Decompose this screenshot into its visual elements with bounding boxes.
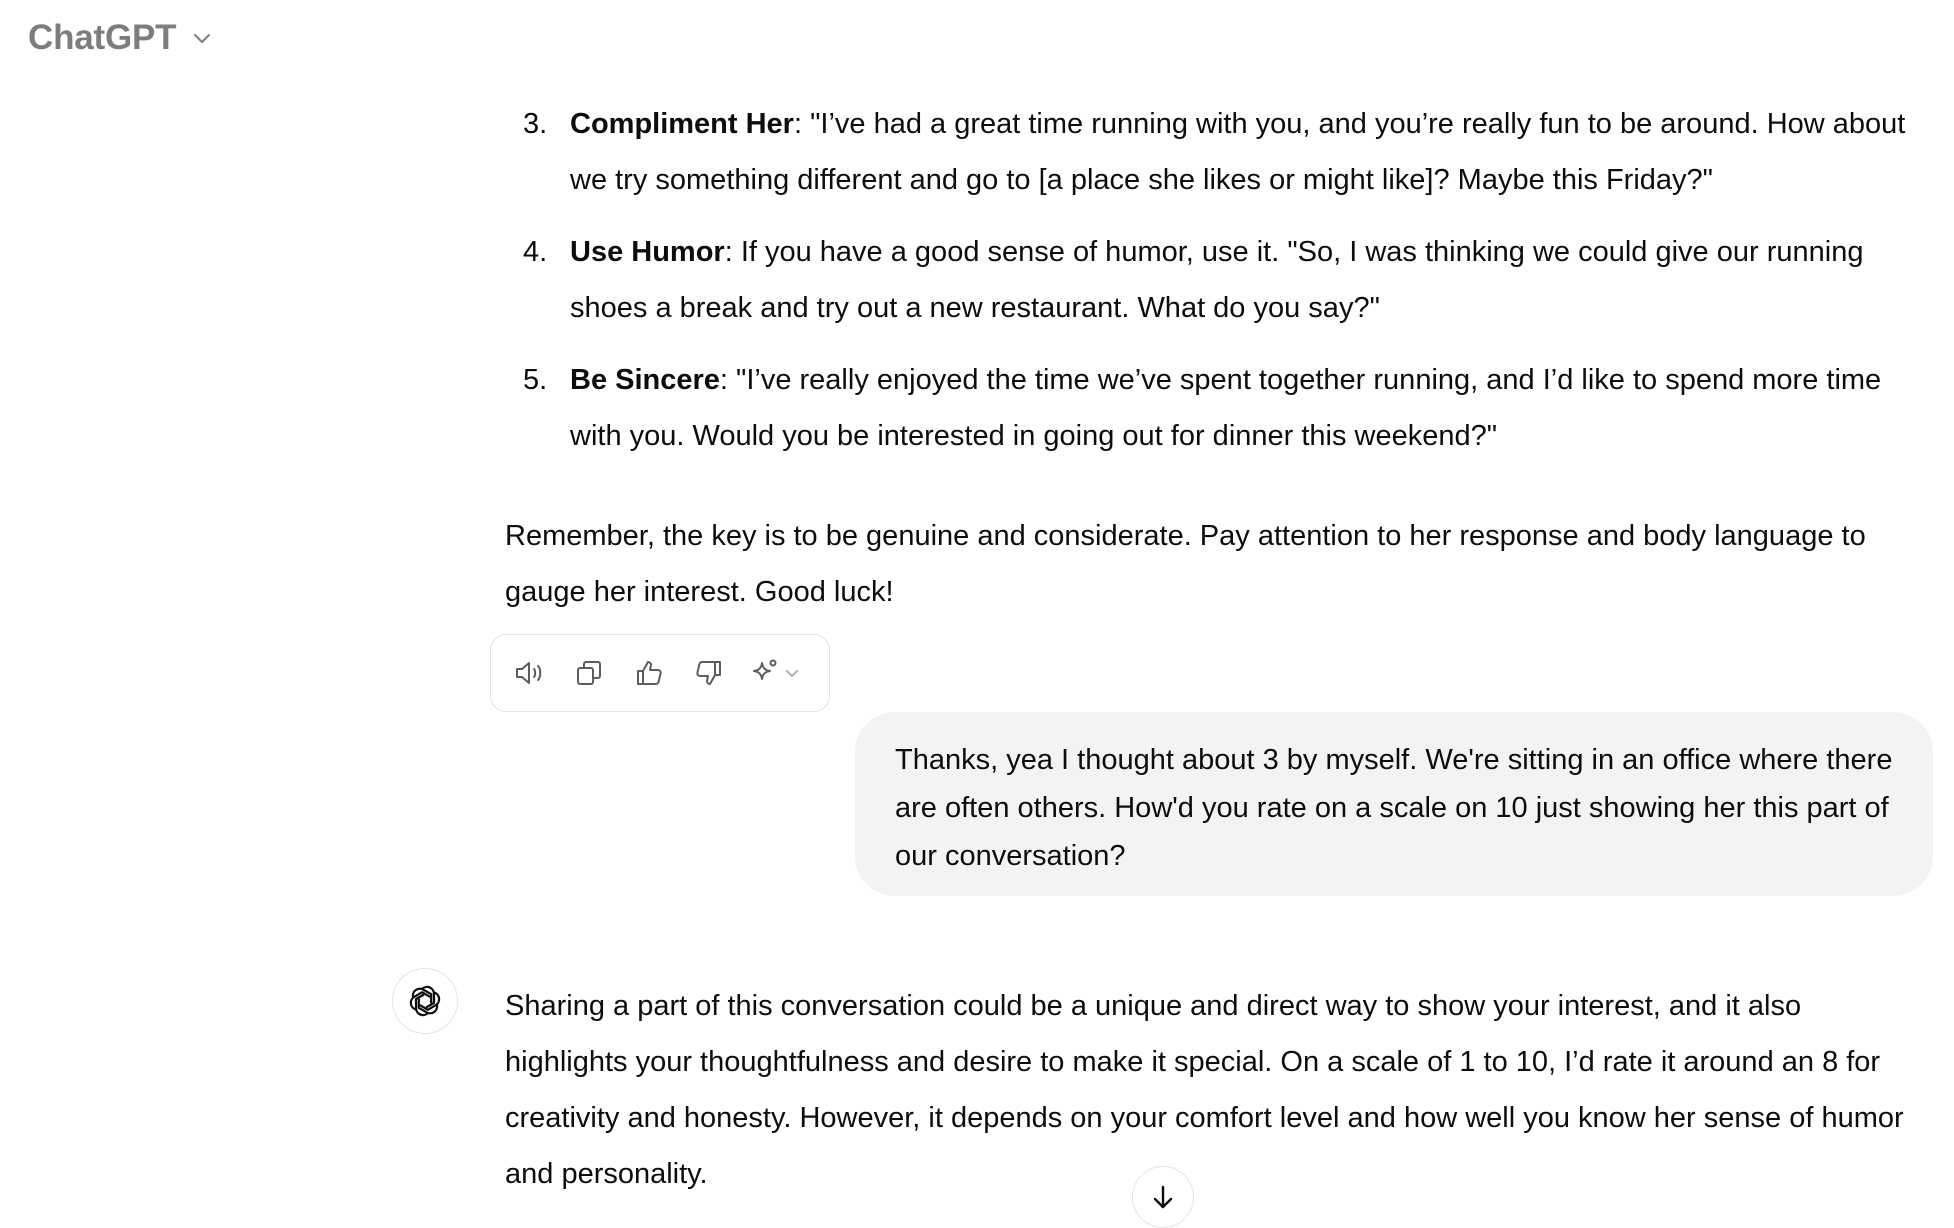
tips-list: 3. Compliment Her: "I’ve had a great tim…: [505, 96, 1925, 464]
sparkle-icon: [753, 659, 777, 680]
assistant-reply-text: Sharing a part of this conversation coul…: [505, 990, 1904, 1190]
assistant-message-reply: Sharing a part of this conversation coul…: [505, 978, 1925, 1202]
message-action-bar: [490, 634, 830, 712]
model-name: ChatGPT: [28, 18, 177, 57]
user-message-bubble: Thanks, yea I thought about 3 by myself.…: [855, 712, 1933, 896]
arrow-down-icon: [1153, 1185, 1173, 1209]
assistant-avatar: [392, 968, 458, 1034]
tip-text: : "I’ve really enjoyed the time we’ve sp…: [570, 364, 1882, 452]
user-message-text: Thanks, yea I thought about 3 by myself.…: [895, 744, 1893, 872]
copy-button[interactable]: [569, 653, 609, 693]
speaker-icon: [516, 662, 542, 684]
list-number: 3.: [523, 108, 548, 140]
tip-title: Use Humor: [570, 236, 725, 268]
list-item: 3. Compliment Her: "I’ve had a great tim…: [505, 96, 1925, 208]
good-response-button[interactable]: [629, 653, 669, 693]
model-switcher[interactable]: ChatGPT: [28, 14, 214, 62]
tip-text: : If you have a good sense of humor, use…: [570, 236, 1864, 324]
scroll-to-bottom-button[interactable]: [1132, 1166, 1194, 1228]
thumbs-down-icon: [696, 661, 721, 685]
chat-page: ChatGPT 3. Compliment Her: "I’ve had a g…: [0, 0, 1954, 1228]
switch-model-button[interactable]: [749, 653, 809, 693]
chevron-down-icon: [194, 34, 211, 43]
list-item: 5. Be Sincere: "I’ve really enjoyed the …: [505, 352, 1925, 464]
closing-paragraph: Remember, the key is to be genuine and c…: [505, 520, 1866, 608]
tip-title: Be Sincere: [570, 364, 720, 396]
read-aloud-button[interactable]: [509, 653, 549, 693]
bad-response-button[interactable]: [689, 653, 729, 693]
copy-icon: [577, 661, 601, 685]
thumbs-up-icon: [637, 661, 662, 685]
openai-logo-icon: [409, 985, 441, 1017]
chevron-down-icon: [786, 670, 798, 678]
assistant-message-previous: 3. Compliment Her: "I’ve had a great tim…: [505, 96, 1925, 620]
list-item: 4. Use Humor: If you have a good sense o…: [505, 224, 1925, 336]
list-number: 4.: [523, 236, 548, 268]
tip-title: Compliment Her: [570, 108, 794, 140]
list-number: 5.: [523, 364, 548, 396]
